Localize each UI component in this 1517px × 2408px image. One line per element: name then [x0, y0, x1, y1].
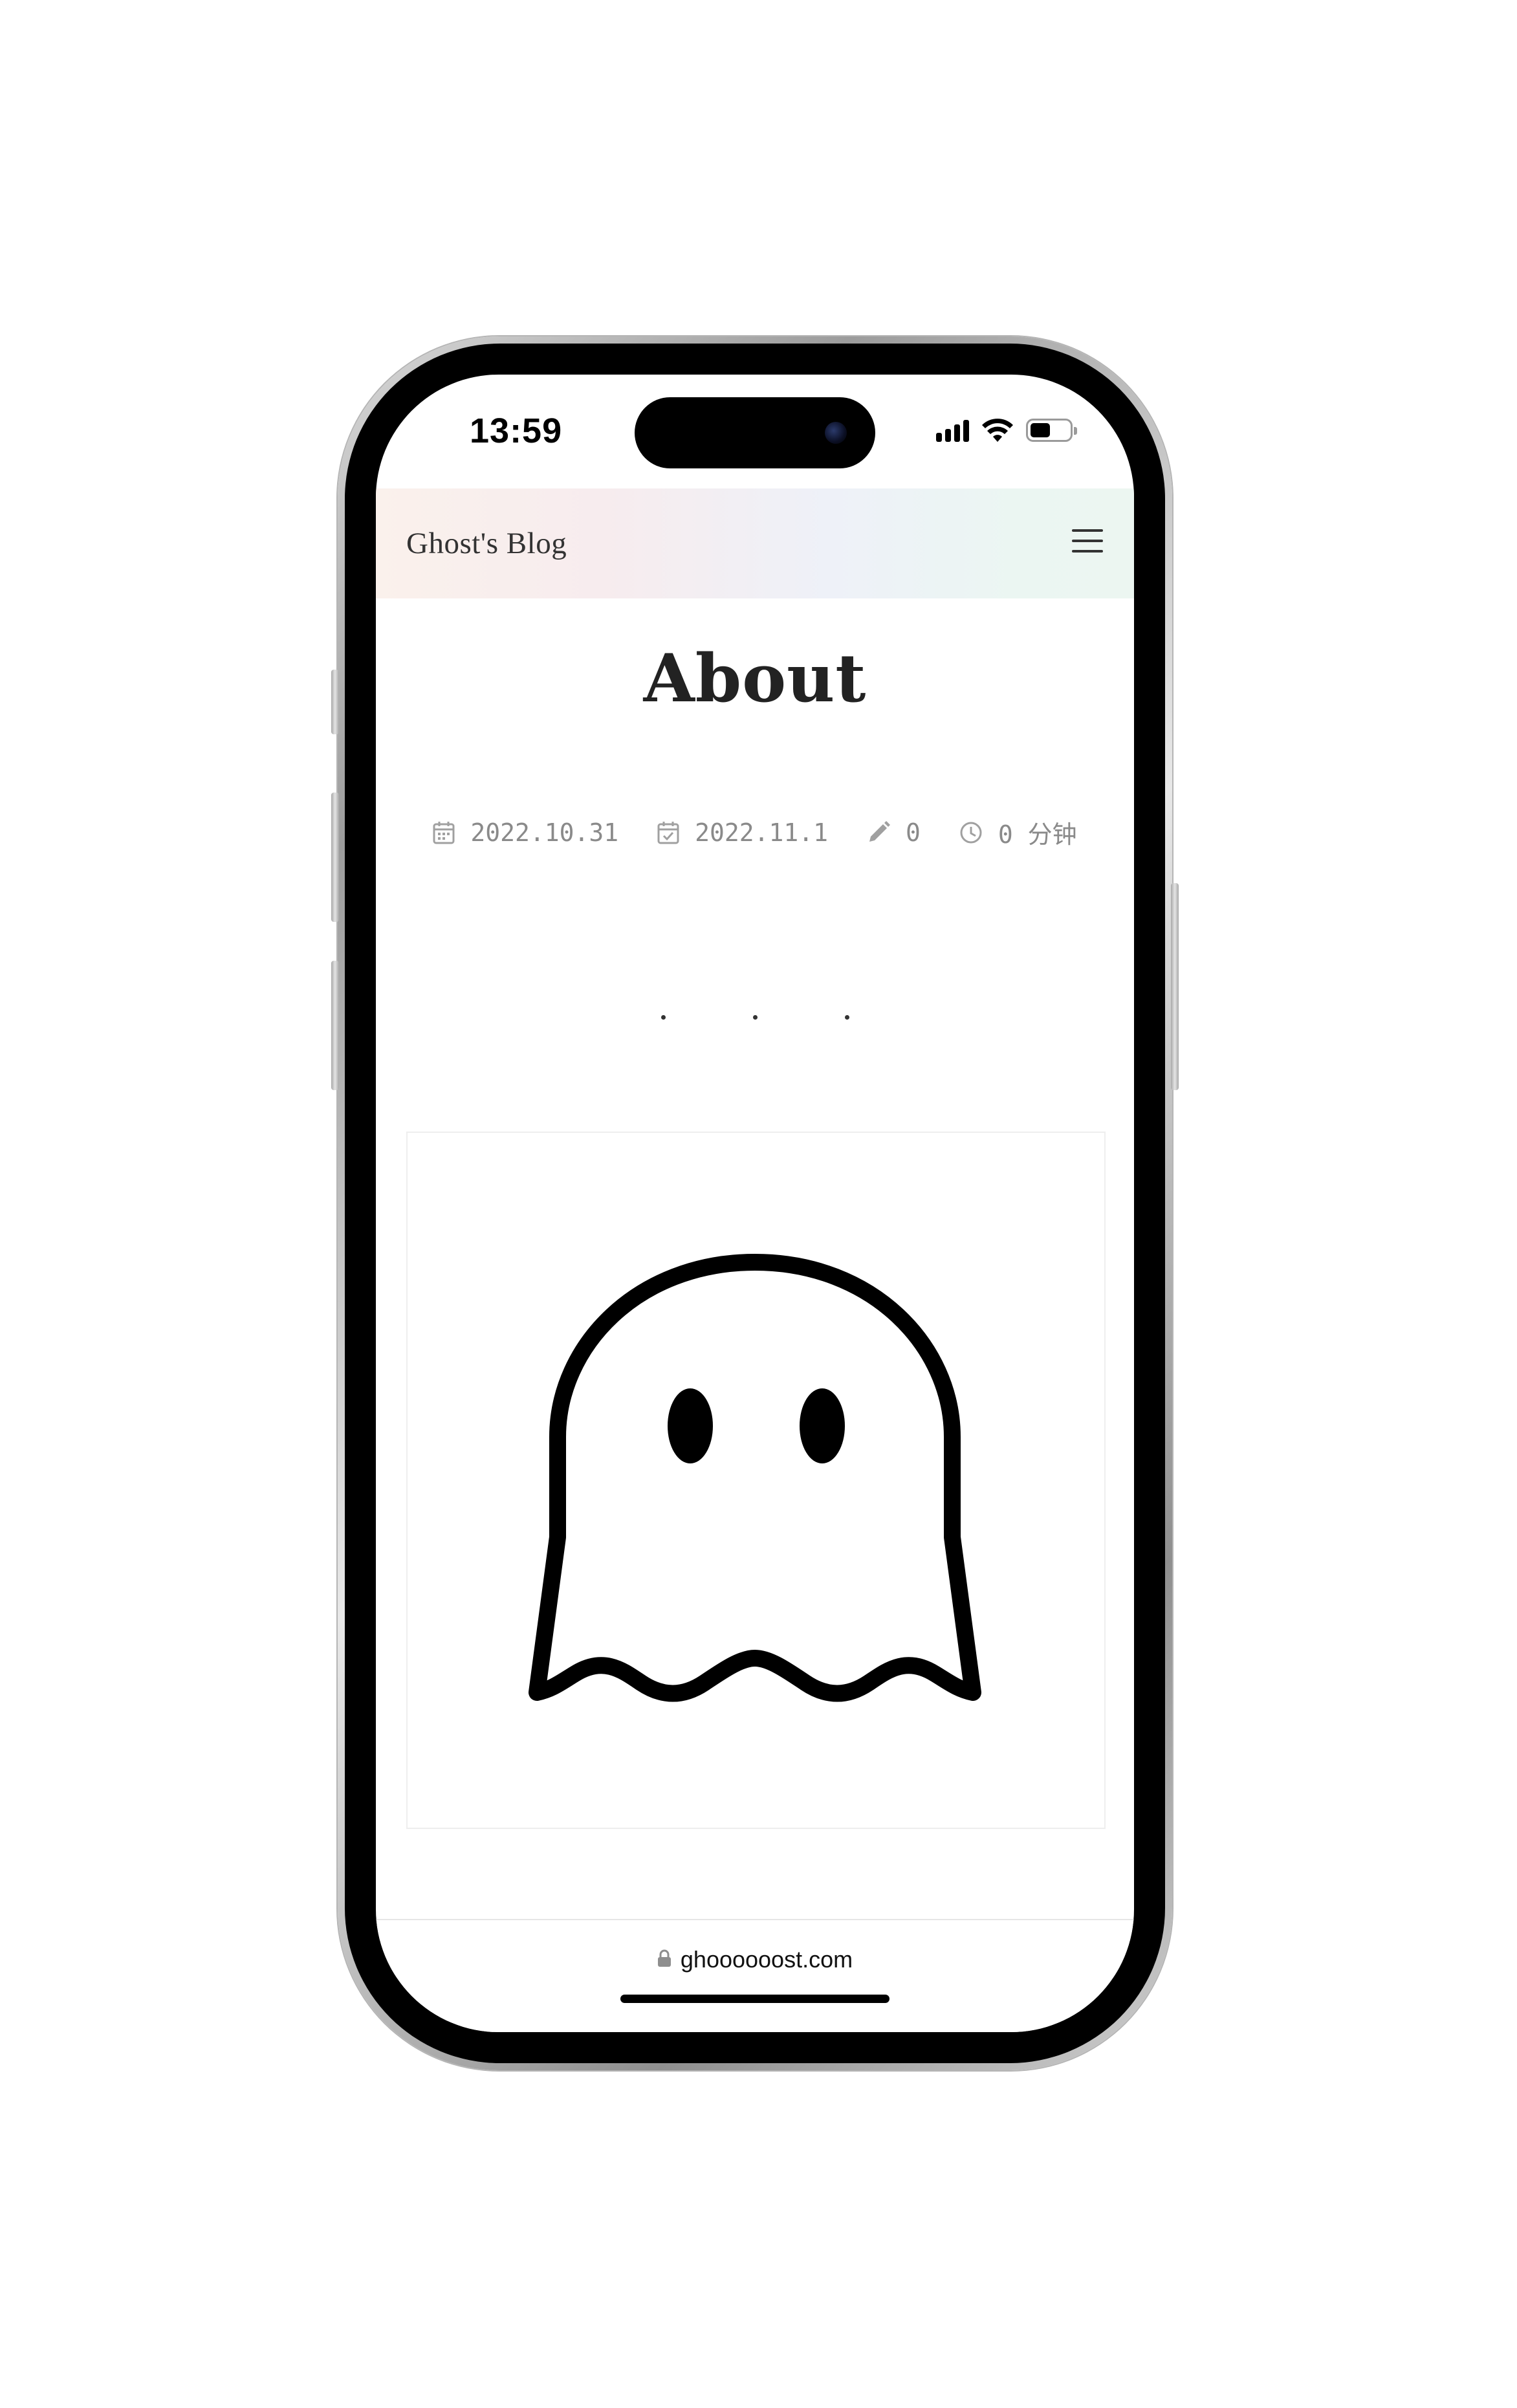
- battery-level: [1031, 423, 1050, 437]
- post-meta: 2022.10.31 2022.11.1 0 0 分钟: [376, 815, 1134, 850]
- ghost-icon: [529, 1254, 981, 1702]
- clock-icon: [960, 822, 982, 843]
- lock-icon: [657, 1950, 671, 1967]
- volume-down-button: [331, 961, 339, 1090]
- meta-word-count-value: 0: [906, 818, 921, 847]
- url-text: ghoooooost.com: [680, 1946, 853, 1973]
- home-indicator[interactable]: [620, 1995, 889, 2003]
- action-button: [331, 670, 339, 734]
- meta-updated-date: 2022.11.1: [695, 818, 829, 847]
- hamburger-menu-icon[interactable]: [1072, 529, 1103, 553]
- wifi-icon: [982, 419, 1013, 442]
- meta-created-date: 2022.10.31: [470, 818, 619, 847]
- meta-reading-time-value: 0 分钟: [998, 820, 1077, 849]
- meta-word-count: 0: [867, 818, 921, 847]
- url-display[interactable]: ghoooooost.com: [376, 1946, 1134, 1973]
- phone-screen: 13:59 Ghost's Blog About 2022.10.31 2022…: [376, 375, 1134, 2032]
- status-time: 13:59: [470, 411, 563, 450]
- battery-cap: [1074, 427, 1077, 435]
- page-title: About: [643, 640, 867, 717]
- meta-reading-time: 0 分钟: [959, 815, 1077, 850]
- browser-url-bar[interactable]: ghoooooost.com: [376, 1919, 1134, 2032]
- pencil-icon: [869, 820, 891, 842]
- calendar-icon: [433, 821, 455, 844]
- ghost-image: [406, 1132, 1106, 1829]
- meta-updated: 2022.11.1: [657, 818, 828, 847]
- volume-up-button: [331, 793, 339, 922]
- calendar-check-icon: [657, 821, 679, 844]
- site-header: Ghost's Blog: [376, 488, 1134, 598]
- front-camera: [825, 422, 847, 444]
- dynamic-island: [635, 397, 875, 468]
- cellular-signal-icon: [936, 419, 969, 442]
- meta-created: 2022.10.31: [433, 818, 618, 847]
- battery-icon: [1026, 419, 1077, 442]
- status-icons: [936, 416, 1077, 444]
- site-title[interactable]: Ghost's Blog: [406, 526, 567, 561]
- screenshot-stage: 13:59 Ghost's Blog About 2022.10.31 2022…: [0, 0, 1517, 2408]
- section-divider: [376, 1015, 1134, 1020]
- power-button: [1171, 883, 1179, 1090]
